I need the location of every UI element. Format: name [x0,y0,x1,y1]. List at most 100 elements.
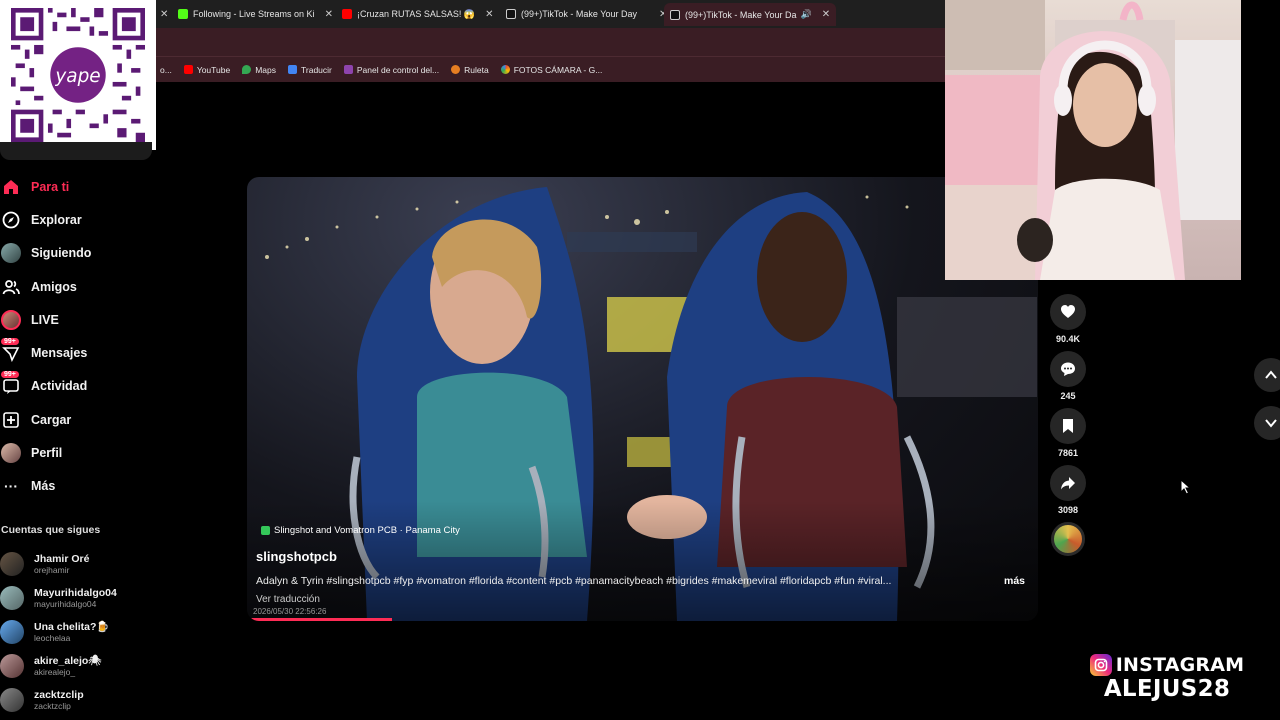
sidebar-nav: Para ti Explorar Siguiendo Amigos LIVE 9… [0,170,150,503]
account-handle: mayurihidalgo04 [34,599,97,609]
next-video-button[interactable] [1254,406,1280,440]
location-tag[interactable]: Slingshot and Vomatron PCB · Panama City [261,525,460,536]
instagram-label: INSTAGRAM [1115,654,1245,676]
sidebar-item-label: Explorar [31,212,82,227]
notification-badge: 99+ [1,338,19,346]
bookmark-icon[interactable] [1050,408,1086,444]
tab-tiktok-active[interactable]: (99+)TikTok - Make Your Da 🔊 ✕ [664,3,837,26]
notification-badge: 99+ [1,371,19,379]
like-action[interactable]: 90.4K [1050,294,1086,344]
close-icon[interactable]: ✕ [822,9,830,20]
list-item[interactable]: Jhamir Oré orejhamir [0,547,150,581]
tab-close-prev[interactable]: ✕ [160,5,168,23]
sidebar-item-label: Mensajes [31,346,88,361]
avatar [0,552,24,576]
tab-kick[interactable]: Following - Live Streams on Ki ✕ [178,5,333,23]
more-link[interactable]: más [1004,575,1025,587]
translate-icon [288,65,298,74]
svg-text:yape: yape [54,66,100,87]
heart-icon[interactable] [1050,294,1086,330]
sidebar-item-mas[interactable]: ··· Más [0,470,150,503]
video-date: 2026/05/30 22:56:26 [253,607,327,616]
tab-label: ¡Cruzan RUTAS SALSAS! 😱 [357,8,476,19]
sidebar-item-label: Actividad [31,379,88,394]
panel-icon [343,65,353,74]
comment-icon[interactable] [1050,351,1086,387]
tab-label: (99+)TikTok - Make Your Da [685,9,797,20]
bookmark-label: o... [160,64,172,75]
video-caption: Adalyn & Tyrin #slingshotpcb #fyp #vomat… [256,575,892,587]
instagram-overlay: INSTAGRAM ALEJUS28 [1087,654,1247,702]
bookmark-label: Ruleta [464,64,489,75]
close-icon[interactable]: ✕ [325,9,333,20]
bookmark-ruleta[interactable]: Ruleta [451,65,489,75]
bookmark-panel[interactable]: Panel de control del... [343,65,439,75]
account-name: Mayurihidalgo04 [34,587,117,599]
list-item[interactable]: akire_alejo🕷 akirealejo_ [0,649,150,683]
comment-action[interactable]: 245 [1050,351,1086,401]
like-count: 90.4K [1055,334,1081,344]
close-icon[interactable]: ✕ [160,9,168,20]
account-handle: akirealejo_ [34,667,76,677]
share-action[interactable]: 3098 [1050,465,1086,515]
compass-icon [1,210,21,230]
address-bar[interactable] [156,28,946,56]
sidebar-item-siguiendo[interactable]: Siguiendo [0,237,150,270]
avatar-icon [1,243,21,264]
search-input[interactable] [0,142,152,160]
chevron-down-icon [1265,419,1277,428]
account-name: Jhamir Oré [34,553,90,565]
previous-video-button[interactable] [1254,358,1280,392]
sidebar-item-live[interactable]: LIVE [0,303,150,336]
bookmark-translate[interactable]: Traducir [288,65,332,75]
bookmark-maps[interactable]: Maps [242,65,276,75]
webcam-overlay [945,0,1241,280]
sidebar-item-explorar[interactable]: Explorar [0,203,150,236]
qr-code-icon: yape [11,8,145,142]
sidebar-item-cargar[interactable]: Cargar [0,403,150,436]
youtube-icon [342,9,352,19]
tiktok-icon [506,9,516,19]
bookmark-truncated[interactable]: o... [160,65,172,75]
share-icon[interactable] [1050,465,1086,501]
video-progress-bar[interactable] [250,618,393,621]
sidebar-item-amigos[interactable]: Amigos [0,270,150,303]
sidebar-item-perfil[interactable]: Perfil [0,436,150,469]
tab-label: Following - Live Streams on Ki [193,9,315,19]
list-item[interactable]: Una chelita?🍺 leochelaa [0,615,150,649]
tab-youtube[interactable]: ¡Cruzan RUTAS SALSAS! 😱 ✕ [342,5,493,23]
more-icon: ··· [4,478,18,495]
sidebar-item-label: Para ti [31,179,70,194]
video-player[interactable]: Slingshot and Vomatron PCB · Panama City… [247,177,1038,621]
account-handle: zacktzclip [34,701,71,711]
list-item[interactable]: zacktzclip zacktzclip [0,683,150,717]
following-title: Cuentas que sigues [1,524,101,536]
video-author[interactable]: slingshotpcb [256,549,337,564]
sidebar-item-actividad[interactable]: 99+ Actividad [0,370,150,403]
sidebar-item-para-ti[interactable]: Para ti [0,170,150,203]
bookmark-youtube[interactable]: YouTube [183,64,231,75]
tab-tiktok-1[interactable]: (99+)TikTok - Make Your Day ✕ [506,5,667,23]
translate-link[interactable]: Ver traducción [256,594,320,605]
home-icon [1,177,21,197]
instagram-handle: ALEJUS28 [1103,676,1231,702]
instagram-icon [1089,654,1112,676]
account-name: zacktzclip [34,689,84,701]
bookmark-fotos[interactable]: FOTOS CÁMARA - G... [500,65,602,75]
roulette-icon [451,65,461,74]
list-item[interactable]: Mayurihidalgo04 mayurihidalgo04 [0,581,150,615]
sidebar-item-label: Más [31,479,56,494]
upload-icon [1,410,21,430]
avatar [0,620,24,644]
tiktok-icon [670,9,680,20]
chevron-up-icon [1265,370,1277,379]
browser-tab-bar: ✕ Following - Live Streams on Ki ✕ ¡Cruz… [156,0,994,28]
bookmark-label: YouTube [196,64,231,75]
bookmark-action[interactable]: 7861 [1050,408,1086,458]
sound-disc-icon[interactable] [1051,522,1085,556]
sidebar-item-label: Cargar [31,412,72,427]
close-icon[interactable]: ✕ [485,9,493,20]
live-avatar-icon [1,309,21,330]
speaker-icon[interactable]: 🔊 [800,9,811,20]
sidebar-item-mensajes[interactable]: 99+ Mensajes [0,336,150,369]
